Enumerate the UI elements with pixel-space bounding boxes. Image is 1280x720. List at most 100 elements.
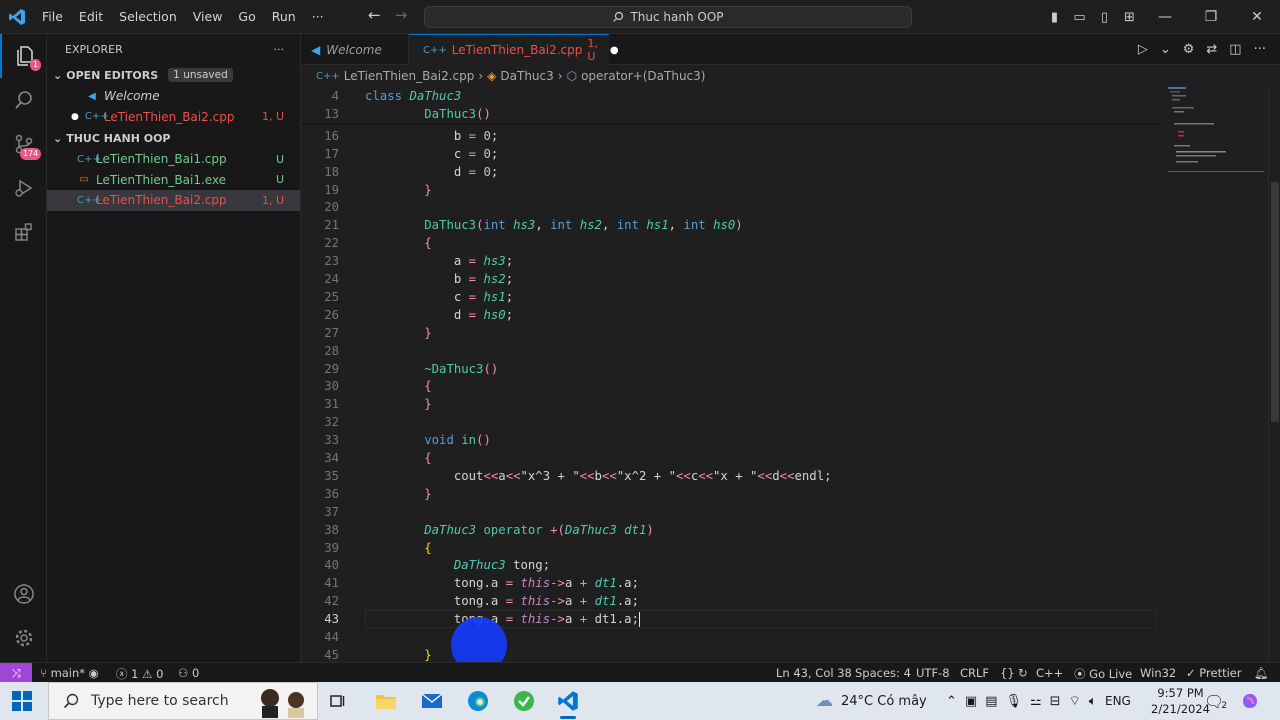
run-debug-icon[interactable]: [0, 166, 47, 210]
weather-widget[interactable]: ☁ 24°C Có mây: [816, 682, 927, 720]
prettier-button[interactable]: ✓ Prettier: [1186, 666, 1242, 680]
search-highlights-image[interactable]: [256, 684, 312, 718]
tab-welcome[interactable]: ◀ Welcome: [301, 34, 409, 65]
tab-bai2[interactable]: C++ LeTienThien_Bai2.cpp 1, U ●: [409, 34, 619, 65]
code-line[interactable]: 19 }: [301, 181, 1161, 199]
line-number[interactable]: 37: [301, 503, 339, 521]
line-endings[interactable]: CRLF: [960, 666, 989, 680]
volume-icon[interactable]: 🔈︎: [1089, 694, 1097, 709]
chevron-up-icon[interactable]: ⌃: [946, 694, 957, 709]
sticky-scroll-line[interactable]: 4 class DaThuc3: [301, 87, 1161, 105]
braces-icon[interactable]: {}: [1000, 666, 1015, 680]
vscode-taskbar-icon[interactable]: [554, 688, 582, 719]
file-item[interactable]: ▭ LeTienThien_Bai1.exe U: [47, 170, 300, 191]
line-number[interactable]: 25: [301, 288, 339, 306]
folder-section[interactable]: ⌄ THUC HANH OOP: [47, 127, 300, 149]
problems-indicator[interactable]: ⓧ 1 ⚠ 0: [116, 666, 163, 682]
menu-go[interactable]: Go: [230, 9, 263, 24]
line-number[interactable]: 39: [301, 539, 339, 557]
customize-layout-icon[interactable]: ⊞: [1117, 10, 1142, 25]
accounts-icon[interactable]: [0, 572, 47, 616]
minimize-icon[interactable]: —: [1142, 9, 1188, 25]
indentation[interactable]: Spaces: 4: [855, 666, 911, 680]
minimap[interactable]: [1168, 87, 1268, 662]
line-number[interactable]: 26: [301, 306, 339, 324]
tray-app-icon[interactable]: ⊟: [1050, 694, 1061, 709]
code-line[interactable]: 24 b = hs2;: [301, 270, 1161, 288]
wifi-icon[interactable]: ⌔: [1069, 693, 1081, 709]
code-line[interactable]: 29 ~DaThuc3(): [301, 360, 1161, 378]
line-number[interactable]: 24: [301, 270, 339, 288]
edge-browser-icon[interactable]: [464, 688, 492, 714]
code-line[interactable]: 30 {: [301, 377, 1161, 395]
toggle-secondary-sidebar-icon[interactable]: ▯: [1092, 10, 1117, 25]
code-line[interactable]: 16 b = 0;: [301, 127, 1161, 145]
line-number[interactable]: 16: [301, 127, 339, 145]
code-line[interactable]: 31 }: [301, 395, 1161, 413]
line-number[interactable]: 17: [301, 145, 339, 163]
file-item[interactable]: C++ LeTienThien_Bai2.cpp 1, U: [47, 190, 300, 211]
line-number[interactable]: 36: [301, 485, 339, 503]
split-editor-icon[interactable]: ◫: [1229, 42, 1241, 57]
notifications-bell-icon[interactable]: 🔔︎: [1254, 666, 1269, 680]
platform[interactable]: Win32: [1140, 666, 1176, 680]
source-control-icon[interactable]: 174: [0, 122, 47, 166]
menu-more[interactable]: ···: [304, 9, 332, 24]
extensions-icon[interactable]: [0, 210, 47, 254]
encoding[interactable]: UTF-8: [916, 666, 950, 680]
code-line[interactable]: 18 d = 0;: [301, 163, 1161, 181]
line-number[interactable]: 21: [301, 216, 339, 234]
tray-app-icon[interactable]: ▤: [985, 694, 997, 709]
explorer-icon[interactable]: 1: [0, 34, 47, 78]
open-editor-bai2[interactable]: ● C++ LeTienThien_Bai2.cpp 1, U: [47, 107, 300, 128]
microphone-icon[interactable]: 🎙︎: [1006, 694, 1023, 709]
code-line[interactable]: 34 {: [301, 449, 1161, 467]
mail-icon[interactable]: [418, 688, 446, 714]
code-line[interactable]: 42 tong.a = this->a + dt1.a;: [301, 592, 1161, 610]
code-line[interactable]: 37: [301, 503, 1161, 521]
line-number[interactable]: 40: [301, 556, 339, 574]
sync-status-icon[interactable]: ↻: [1018, 666, 1028, 680]
network-adapter-icon[interactable]: ⚍: [1030, 694, 1042, 709]
copilot-icon[interactable]: [1240, 682, 1260, 720]
task-view-icon[interactable]: [324, 688, 352, 714]
more-actions-icon[interactable]: ···: [274, 43, 285, 56]
code-line[interactable]: 40 DaThuc3 tong;: [301, 556, 1161, 574]
code-line[interactable]: 22 {: [301, 234, 1161, 252]
toggle-sidebar-icon[interactable]: ▮: [1042, 10, 1067, 25]
search-view-icon[interactable]: [0, 78, 47, 122]
line-number[interactable]: 20: [301, 198, 339, 216]
forward-arrow-icon[interactable]: →: [395, 6, 408, 24]
breadcrumb-member[interactable]: operator+(DaThuc3): [581, 69, 705, 83]
breadcrumb-file[interactable]: LeTienThien_Bai2.cpp: [344, 69, 475, 83]
manage-gear-icon[interactable]: [0, 616, 47, 660]
toggle-panel-icon[interactable]: ▭: [1067, 10, 1092, 25]
line-number[interactable]: 41: [301, 574, 339, 592]
menu-view[interactable]: View: [185, 9, 231, 24]
line-number[interactable]: 18: [301, 163, 339, 181]
unsaved-dot-icon[interactable]: ●: [610, 45, 619, 56]
code-line[interactable]: 23 a = hs3;: [301, 252, 1161, 270]
line-number[interactable]: 44: [301, 628, 339, 646]
compare-icon[interactable]: ⇄: [1206, 42, 1217, 57]
line-number[interactable]: 38: [301, 521, 339, 539]
line-number[interactable]: 27: [301, 324, 339, 342]
line-number[interactable]: 33: [301, 431, 339, 449]
code-editor[interactable]: 4 class DaThuc3 13 DaThuc3() 16 b = 0; 17 c …: [301, 87, 1280, 673]
tray-app-icon[interactable]: ▣: [965, 694, 977, 709]
line-number[interactable]: 28: [301, 342, 339, 360]
maximize-icon[interactable]: ❐: [1188, 9, 1234, 25]
language-mode[interactable]: C++: [1036, 666, 1063, 680]
code-line[interactable]: 25 c = hs1;: [301, 288, 1161, 306]
command-center-search[interactable]: Thuc hanh OOP: [424, 6, 912, 28]
menu-edit[interactable]: Edit: [71, 9, 111, 24]
code-line[interactable]: 28: [301, 342, 1161, 360]
code-line[interactable]: 27 }: [301, 324, 1161, 342]
line-number[interactable]: 4: [301, 87, 339, 105]
more-actions-icon[interactable]: ···: [1254, 42, 1266, 57]
file-item[interactable]: C++ LeTienThien_Bai1.cpp U: [47, 149, 300, 170]
code-line[interactable]: 20: [301, 198, 1161, 216]
app-icon-green[interactable]: [510, 688, 538, 714]
code-line[interactable]: 21 DaThuc3(int hs3, int hs2, int hs1, in…: [301, 216, 1161, 234]
line-number[interactable]: 23: [301, 252, 339, 270]
